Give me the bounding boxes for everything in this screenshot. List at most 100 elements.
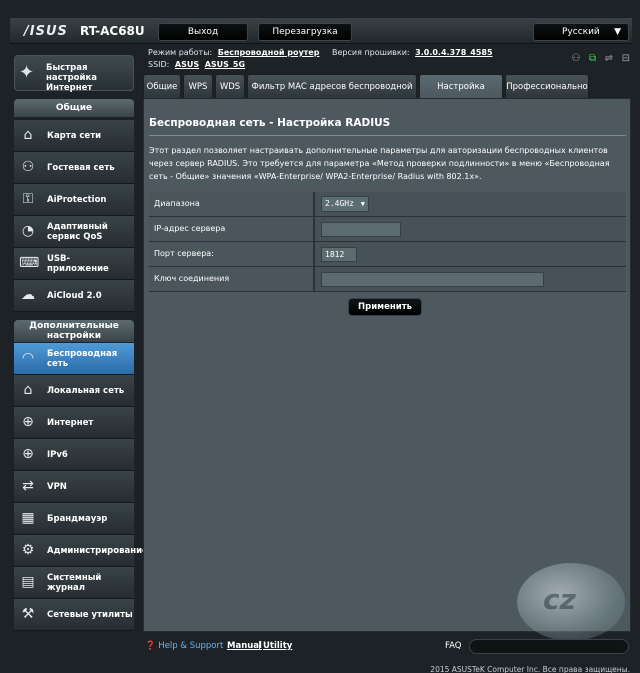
sidebar-item-label: USB-приложение bbox=[47, 254, 109, 274]
key-row: Ключ соединения bbox=[149, 267, 626, 292]
top-bar: /ISUS RT-AC68U Выход Перезагрузка Русски… bbox=[10, 18, 632, 44]
help-support-link[interactable]: ❓ Help & Support bbox=[145, 641, 223, 651]
chevron-down-icon: ▼ bbox=[360, 200, 365, 208]
globe-ipv6-icon: ⊕ bbox=[22, 446, 34, 462]
sidebar-item-network-tools[interactable]: ⚒ Сетевые утилиты bbox=[14, 599, 134, 631]
faq-search-input[interactable] bbox=[469, 639, 629, 654]
lock-icon: ⚿ bbox=[22, 191, 34, 207]
sidebar-item-aicloud[interactable]: ☁ AiCloud 2.0 bbox=[14, 280, 134, 312]
ssid-label: SSID: bbox=[148, 60, 170, 69]
wifi-icon: ◠ bbox=[21, 350, 35, 366]
question-icon: ❓ bbox=[145, 641, 156, 651]
sidebar-item-label: Локальная сеть bbox=[47, 386, 125, 396]
tab-wps[interactable]: WPS bbox=[183, 74, 213, 98]
quick-setup-button[interactable]: ✦ Быстрая настройка Интернет bbox=[14, 55, 134, 93]
users-icon[interactable]: ⚇ bbox=[571, 53, 580, 64]
sidebar-item-label: IPv6 bbox=[47, 450, 68, 460]
sidebar-item-admin[interactable]: ⚙ Администрирование bbox=[14, 535, 148, 567]
qos-icon: ◔ bbox=[21, 223, 35, 239]
watermark-mark: cz bbox=[543, 583, 576, 616]
tab-wds[interactable]: WDS bbox=[215, 74, 245, 98]
help-label: Help & Support bbox=[158, 641, 224, 651]
language-value: Русский bbox=[562, 27, 600, 37]
sidebar-item-label: Интернет bbox=[47, 418, 94, 428]
sidebar-item-label: AiProtection bbox=[47, 195, 107, 205]
footer: ❓ Help & Support Manual | Utility FAQ bbox=[143, 637, 631, 657]
sidebar-item-label: Адаптивный сервис QoS bbox=[47, 222, 108, 242]
band-value: 2.4GHz bbox=[325, 199, 354, 208]
firewall-icon: ▦ bbox=[21, 510, 35, 526]
vpn-icon: ⇄ bbox=[22, 478, 34, 494]
sidebar-item-aiprotection[interactable]: ⚿ AiProtection bbox=[14, 184, 134, 216]
chevron-down-icon: ▼ bbox=[614, 27, 621, 37]
utility-link[interactable]: Utility bbox=[263, 641, 292, 651]
sidebar-item-guest-network[interactable]: ⚇ Гостевая сеть bbox=[14, 152, 134, 184]
ip-row: IP-адрес сервера bbox=[149, 217, 626, 242]
sidebar-item-lan[interactable]: ⌂ Локальная сеть bbox=[14, 375, 134, 407]
band-select[interactable]: 2.4GHz ▼ bbox=[321, 196, 369, 212]
sidebar-item-label: Гостевая сеть bbox=[47, 163, 115, 173]
port-label: Порт сервера: bbox=[149, 242, 313, 266]
server-port-input[interactable]: 1812 bbox=[321, 247, 357, 262]
globe-icon: ⊕ bbox=[22, 414, 34, 430]
divider bbox=[149, 135, 626, 136]
tab-mac-filter[interactable]: Фильтр MAC адресов беспроводной сети bbox=[247, 74, 417, 116]
sidebar-item-wireless[interactable]: ◠ Беспроводная сеть bbox=[14, 343, 134, 375]
faq-label: FAQ bbox=[445, 641, 462, 651]
tab-general[interactable]: Общие bbox=[143, 74, 181, 98]
network-map-icon: ⌂ bbox=[23, 127, 33, 143]
port-cell: 1812 bbox=[315, 242, 626, 266]
sidebar-item-usb[interactable]: ⌨ USB-приложение bbox=[14, 248, 134, 280]
port-row: Порт сервера: 1812 bbox=[149, 242, 626, 267]
ssid-link[interactable]: ASUS bbox=[175, 60, 199, 69]
manual-link[interactable]: Manual bbox=[227, 641, 262, 651]
home-icon: ⌂ bbox=[23, 382, 33, 398]
sidebar-item-firewall[interactable]: ▦ Брандмауэр bbox=[14, 503, 134, 535]
reboot-button[interactable]: Перезагрузка bbox=[258, 23, 352, 41]
sidebar-item-label: Беспроводная сеть bbox=[47, 349, 118, 369]
model-name: RT-AC68U bbox=[80, 24, 145, 38]
page-title: Беспроводная сеть - Настройка RADIUS bbox=[149, 117, 391, 129]
connection-key-input[interactable] bbox=[321, 272, 544, 287]
server-ip-input[interactable] bbox=[321, 222, 401, 237]
tab-professional[interactable]: Профессионально bbox=[505, 74, 589, 98]
sidebar-item-label: Брандмауэр bbox=[47, 514, 108, 524]
tools-icon: ⚒ bbox=[21, 606, 35, 622]
key-cell bbox=[315, 267, 626, 291]
guest-network-icon: ⚇ bbox=[21, 159, 35, 175]
quick-setup-label: Быстрая настройка Интернет bbox=[46, 63, 97, 93]
sidebar-item-vpn[interactable]: ⇄ VPN bbox=[14, 471, 134, 503]
key-label: Ключ соединения bbox=[149, 267, 313, 291]
sidebar-item-label: Карта сети bbox=[47, 131, 102, 141]
mode-link[interactable]: Беспроводной роутер bbox=[218, 48, 320, 57]
language-select[interactable]: Русский ▼ bbox=[533, 23, 629, 41]
magic-wand-icon: ✦ bbox=[19, 62, 35, 83]
sidebar-item-syslog[interactable]: ▤ Системный журнал bbox=[14, 567, 134, 599]
sidebar-item-label: AiCloud 2.0 bbox=[47, 291, 102, 301]
cloud-icon: ☁ bbox=[21, 287, 35, 303]
sidebar-item-label: VPN bbox=[47, 482, 67, 492]
logout-button[interactable]: Выход bbox=[158, 23, 248, 41]
sidebar-item-label: Администрирование bbox=[47, 546, 148, 556]
tab-radius[interactable]: Настройка RADIUS bbox=[419, 74, 503, 116]
printer-icon[interactable]: ⊟ bbox=[622, 53, 630, 64]
page-description: Этот раздел позволяет настраивать дополн… bbox=[149, 146, 610, 181]
usb-icon: ⌨ bbox=[19, 255, 40, 271]
sidebar-item-wan[interactable]: ⊕ Интернет bbox=[14, 407, 134, 439]
general-header: Общие bbox=[14, 99, 134, 117]
status-icons: ⚇ ⧉ ⇌ ⊟ bbox=[565, 53, 630, 64]
main-panel: Беспроводная сеть - Настройка RADIUS Это… bbox=[143, 98, 631, 632]
sidebar-item-label: Сетевые утилиты bbox=[47, 610, 133, 620]
ssid-5g-link[interactable]: ASUS_5G bbox=[205, 60, 245, 69]
usb-status-icon[interactable]: ⇌ bbox=[605, 53, 613, 64]
watermark-logo: cz bbox=[517, 563, 625, 641]
band-row: Диапазона 2.4GHz ▼ bbox=[149, 192, 626, 217]
copyright: 2015 ASUSTeK Computer Inc. Все права защ… bbox=[430, 665, 630, 673]
sidebar-item-ipv6[interactable]: ⊕ IPv6 bbox=[14, 439, 134, 471]
firmware-link[interactable]: 3.0.0.4.378_4585 bbox=[415, 48, 492, 57]
apply-button[interactable]: Применить bbox=[348, 298, 422, 316]
mode-label: Режим работы: bbox=[148, 48, 213, 57]
sidebar-item-network-map[interactable]: ⌂ Карта сети bbox=[14, 120, 134, 152]
sidebar-item-qos[interactable]: ◔ Адаптивный сервис QoS bbox=[14, 216, 134, 248]
network-status-icon[interactable]: ⧉ bbox=[589, 53, 596, 64]
